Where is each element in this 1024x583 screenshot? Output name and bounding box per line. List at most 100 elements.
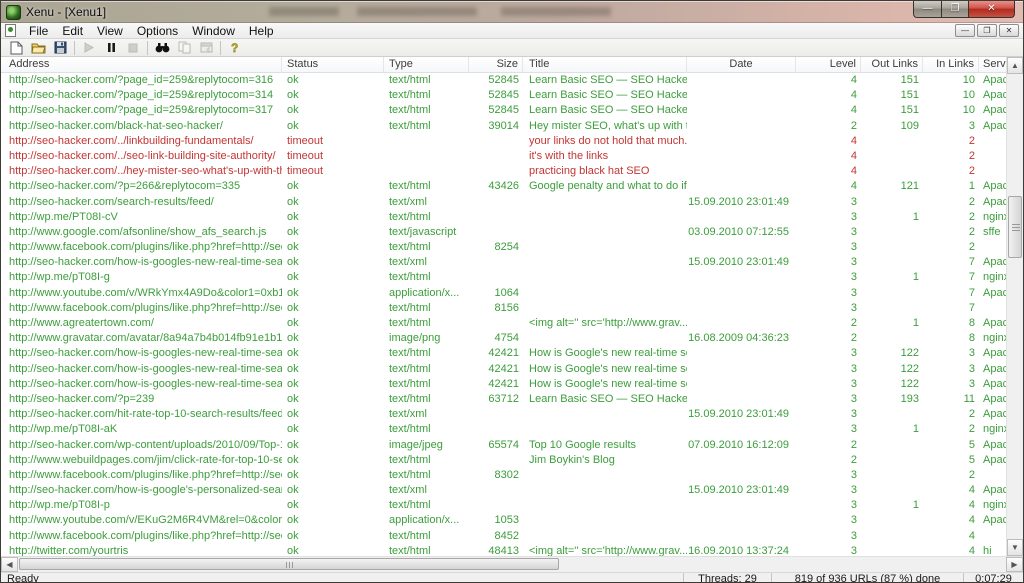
menu-help[interactable]: Help bbox=[242, 23, 281, 39]
cell-title bbox=[523, 498, 687, 513]
table-row[interactable]: http://www.youtube.com/v/EKuG2M6R4VM&rel… bbox=[1, 513, 1006, 528]
table-row[interactable]: http://seo-hacker.com/black-hat-seo-hack… bbox=[1, 119, 1006, 134]
menu-edit[interactable]: Edit bbox=[55, 23, 90, 39]
cell-address: http://seo-hacker.com/how-is-googles-new… bbox=[1, 377, 282, 392]
title-bar[interactable]: Xenu - [Xenu1] — ❐ ✕ bbox=[1, 1, 1023, 23]
cell-level: 3 bbox=[796, 255, 861, 270]
horizontal-scrollbar[interactable]: ◀ ▶ bbox=[1, 556, 1023, 572]
table-row[interactable]: http://www.facebook.com/plugins/like.php… bbox=[1, 468, 1006, 483]
table-row[interactable]: http://seo-hacker.com/wp-content/uploads… bbox=[1, 438, 1006, 453]
table-row[interactable]: http://seo-hacker.com/how-is-google's-pe… bbox=[1, 483, 1006, 498]
document-system-icon[interactable] bbox=[5, 24, 16, 37]
menu-window[interactable]: Window bbox=[185, 23, 242, 39]
table-row[interactable]: http://seo-hacker.com/../linkbuilding-fu… bbox=[1, 134, 1006, 149]
cell-server: nginx bbox=[979, 210, 1006, 225]
table-row[interactable]: http://www.facebook.com/plugins/like.php… bbox=[1, 529, 1006, 544]
column-header[interactable]: In Links bbox=[923, 57, 979, 73]
mdi-close-icon[interactable]: ✕ bbox=[999, 24, 1019, 37]
table-row[interactable]: http://www.google.com/afsonline/show_afs… bbox=[1, 225, 1006, 240]
menu-options[interactable]: Options bbox=[130, 23, 185, 39]
mdi-minimize-icon[interactable]: — bbox=[955, 24, 975, 37]
column-header[interactable]: Serve bbox=[979, 57, 1006, 73]
scroll-left-icon[interactable]: ◀ bbox=[1, 557, 18, 572]
column-header[interactable]: Size bbox=[469, 57, 523, 73]
menu-view[interactable]: View bbox=[90, 23, 130, 39]
table-row[interactable]: http://www.facebook.com/plugins/like.php… bbox=[1, 301, 1006, 316]
cell-type: image/png bbox=[384, 331, 469, 346]
minimize-button[interactable]: — bbox=[913, 1, 942, 18]
table-row[interactable]: http://seo-hacker.com/how-is-googles-new… bbox=[1, 377, 1006, 392]
cell-server bbox=[979, 134, 1006, 149]
table-row[interactable]: http://www.webuildpages.com/jim/click-ra… bbox=[1, 453, 1006, 468]
table-row[interactable]: http://seo-hacker.com/how-is-googles-new… bbox=[1, 346, 1006, 361]
vertical-scroll-track[interactable] bbox=[1007, 74, 1023, 539]
table-row[interactable]: http://seo-hacker.com/how-is-googles-new… bbox=[1, 362, 1006, 377]
table-row[interactable]: http://seo-hacker.com/?page_id=259&reply… bbox=[1, 103, 1006, 118]
cell-title: Learn Basic SEO — SEO Hacker bbox=[523, 103, 687, 118]
stop-icon[interactable] bbox=[122, 39, 144, 56]
vertical-scroll-thumb[interactable] bbox=[1008, 196, 1022, 258]
table-row[interactable]: http://seo-hacker.com/../hey-mister-seo-… bbox=[1, 164, 1006, 179]
cell-size: 8302 bbox=[469, 468, 523, 483]
find-binoculars-icon[interactable] bbox=[151, 39, 173, 56]
column-header[interactable]: Status bbox=[282, 57, 384, 73]
horizontal-scroll-track[interactable] bbox=[18, 557, 1006, 572]
cell-status: ok bbox=[282, 195, 384, 210]
cell-status: ok bbox=[282, 179, 384, 194]
table-row[interactable]: http://wp.me/pT08I-goktext/html317nginx bbox=[1, 270, 1006, 285]
column-header[interactable]: Type bbox=[384, 57, 469, 73]
column-header[interactable]: Date bbox=[687, 57, 796, 73]
table-row[interactable]: http://www.gravatar.com/avatar/8a94a7b4b… bbox=[1, 331, 1006, 346]
table-row[interactable]: http://www.youtube.com/v/WRkYmx4A9Do&col… bbox=[1, 286, 1006, 301]
cell-address: http://www.youtube.com/v/WRkYmx4A9Do&col… bbox=[1, 286, 282, 301]
cell-date bbox=[687, 88, 796, 103]
table-row[interactable]: http://seo-hacker.com/../seo-link-buildi… bbox=[1, 149, 1006, 164]
mdi-restore-icon[interactable]: ❐ bbox=[977, 24, 997, 37]
table-row[interactable]: http://www.facebook.com/plugins/like.php… bbox=[1, 240, 1006, 255]
save-icon[interactable] bbox=[49, 39, 71, 56]
table-row[interactable]: http://seo-hacker.com/how-is-googles-new… bbox=[1, 255, 1006, 270]
horizontal-scroll-thumb[interactable] bbox=[19, 558, 559, 570]
close-button[interactable]: ✕ bbox=[969, 1, 1015, 18]
cell-type: text/html bbox=[384, 346, 469, 361]
maximize-button[interactable]: ❐ bbox=[942, 1, 969, 18]
pause-icon[interactable] bbox=[100, 39, 122, 56]
cell-size: 1064 bbox=[469, 286, 523, 301]
table-row[interactable]: http://seo-hacker.com/hit-rate-top-10-se… bbox=[1, 407, 1006, 422]
toolbar-separator bbox=[74, 41, 75, 55]
cell-level: 3 bbox=[796, 544, 861, 556]
cell-title: <img alt='' src='http://www.grav... bbox=[523, 316, 687, 331]
table-row[interactable]: http://twitter.com/yourtrisoktext/html48… bbox=[1, 544, 1006, 556]
scroll-right-icon[interactable]: ▶ bbox=[1006, 557, 1023, 572]
table-row[interactable]: http://seo-hacker.com/?page_id=259&reply… bbox=[1, 73, 1006, 88]
open-folder-icon[interactable] bbox=[27, 39, 49, 56]
table-row[interactable]: http://www.agreatertown.com/oktext/html<… bbox=[1, 316, 1006, 331]
menu-file[interactable]: File bbox=[22, 23, 55, 39]
cell-level: 2 bbox=[796, 316, 861, 331]
column-header[interactable]: Out Links bbox=[861, 57, 923, 73]
table-row[interactable]: http://seo-hacker.com/?p=266&replytocom=… bbox=[1, 179, 1006, 194]
properties-icon[interactable] bbox=[195, 39, 217, 56]
scroll-up-icon[interactable]: ▲ bbox=[1007, 57, 1023, 74]
column-header[interactable]: Level bbox=[796, 57, 861, 73]
help-icon[interactable]: ? bbox=[224, 39, 246, 56]
table-row[interactable]: http://wp.me/pT08I-poktext/html314nginx bbox=[1, 498, 1006, 513]
table-row[interactable]: http://seo-hacker.com/?page_id=259&reply… bbox=[1, 88, 1006, 103]
play-icon[interactable] bbox=[78, 39, 100, 56]
table-row[interactable]: http://seo-hacker.com/search-results/fee… bbox=[1, 195, 1006, 210]
cell-date bbox=[687, 119, 796, 134]
cell-size bbox=[469, 422, 523, 437]
new-document-icon[interactable] bbox=[5, 39, 27, 56]
column-header[interactable]: Title bbox=[523, 57, 687, 73]
table-row[interactable]: http://wp.me/pT08I-aKoktext/html312nginx bbox=[1, 422, 1006, 437]
column-header[interactable]: Address bbox=[1, 57, 282, 73]
vertical-scrollbar[interactable]: ▲ ▼ bbox=[1006, 57, 1023, 556]
scroll-down-icon[interactable]: ▼ bbox=[1007, 539, 1023, 556]
copy-icon[interactable] bbox=[173, 39, 195, 56]
cell-type: text/html bbox=[384, 210, 469, 225]
cell-status: ok bbox=[282, 377, 384, 392]
cell-address: http://seo-hacker.com/hit-rate-top-10-se… bbox=[1, 407, 282, 422]
table-row[interactable]: http://seo-hacker.com/?p=239oktext/html6… bbox=[1, 392, 1006, 407]
cell-address: http://twitter.com/yourtris bbox=[1, 544, 282, 556]
table-row[interactable]: http://wp.me/PT08I-cVoktext/html312nginx bbox=[1, 210, 1006, 225]
